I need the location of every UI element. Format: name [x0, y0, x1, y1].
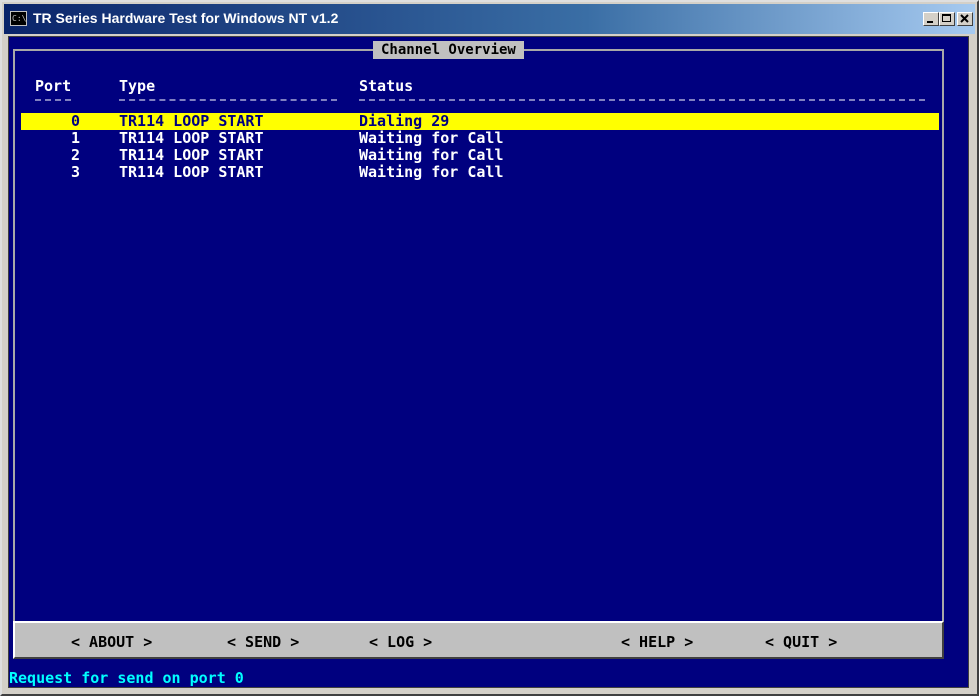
- menu-bar: < ABOUT > < SEND > < LOG > < HELP > < QU…: [13, 621, 944, 659]
- channel-row-0[interactable]: 0 TR114 LOOP START Dialing 29: [21, 113, 939, 130]
- status-cell: Waiting for Call: [359, 163, 504, 181]
- header-status: Status: [359, 77, 414, 95]
- type-cell: TR114 LOOP START: [119, 163, 264, 181]
- port-cell: 3: [71, 163, 81, 181]
- close-icon: [960, 14, 969, 23]
- panel-title: Channel Overview: [373, 41, 524, 59]
- header-status-underline: [359, 99, 925, 101]
- close-button[interactable]: [957, 12, 973, 26]
- status-cell: Waiting for Call: [359, 146, 504, 164]
- port-cell: 2: [71, 146, 81, 164]
- port-cell: 0: [71, 112, 81, 130]
- console-app-icon[interactable]: C:\: [10, 11, 27, 26]
- panel-frame-left: [13, 49, 15, 621]
- maximize-button[interactable]: [939, 12, 955, 26]
- minimize-button[interactable]: [923, 12, 939, 26]
- maximize-icon: [942, 14, 951, 22]
- status-message: Request for send on port 0: [9, 669, 244, 687]
- type-cell: TR114 LOOP START: [119, 129, 264, 147]
- about-menu-item[interactable]: < ABOUT >: [71, 633, 152, 651]
- panel-frame-right: [942, 49, 944, 621]
- console-window: C:\ TR Series Hardware Test for Windows …: [0, 0, 979, 696]
- log-menu-item[interactable]: < LOG >: [369, 633, 432, 651]
- help-menu-item[interactable]: < HELP >: [621, 633, 693, 651]
- port-cell: 1: [71, 129, 81, 147]
- title-bar[interactable]: C:\ TR Series Hardware Test for Windows …: [4, 4, 975, 34]
- header-port-underline: [35, 99, 71, 101]
- quit-menu-item[interactable]: < QUIT >: [765, 633, 837, 651]
- header-type-underline: [119, 99, 337, 101]
- type-cell: TR114 LOOP START: [119, 112, 264, 130]
- window-title: TR Series Hardware Test for Windows NT v…: [33, 10, 339, 26]
- minimize-icon: [927, 21, 933, 23]
- header-port: Port: [35, 77, 72, 95]
- channel-row-1[interactable]: 1 TR114 LOOP START Waiting for Call: [21, 130, 939, 147]
- header-type: Type: [119, 77, 156, 95]
- type-cell: TR114 LOOP START: [119, 146, 264, 164]
- send-menu-item[interactable]: < SEND >: [227, 633, 299, 651]
- channel-row-2[interactable]: 2 TR114 LOOP START Waiting for Call: [21, 147, 939, 164]
- status-cell: Dialing 29: [359, 112, 450, 130]
- status-cell: Waiting for Call: [359, 129, 504, 147]
- channel-row-3[interactable]: 3 TR114 LOOP START Waiting for Call: [21, 164, 939, 181]
- console-area[interactable]: Channel Overview Port Type Status 0 TR11…: [8, 36, 969, 688]
